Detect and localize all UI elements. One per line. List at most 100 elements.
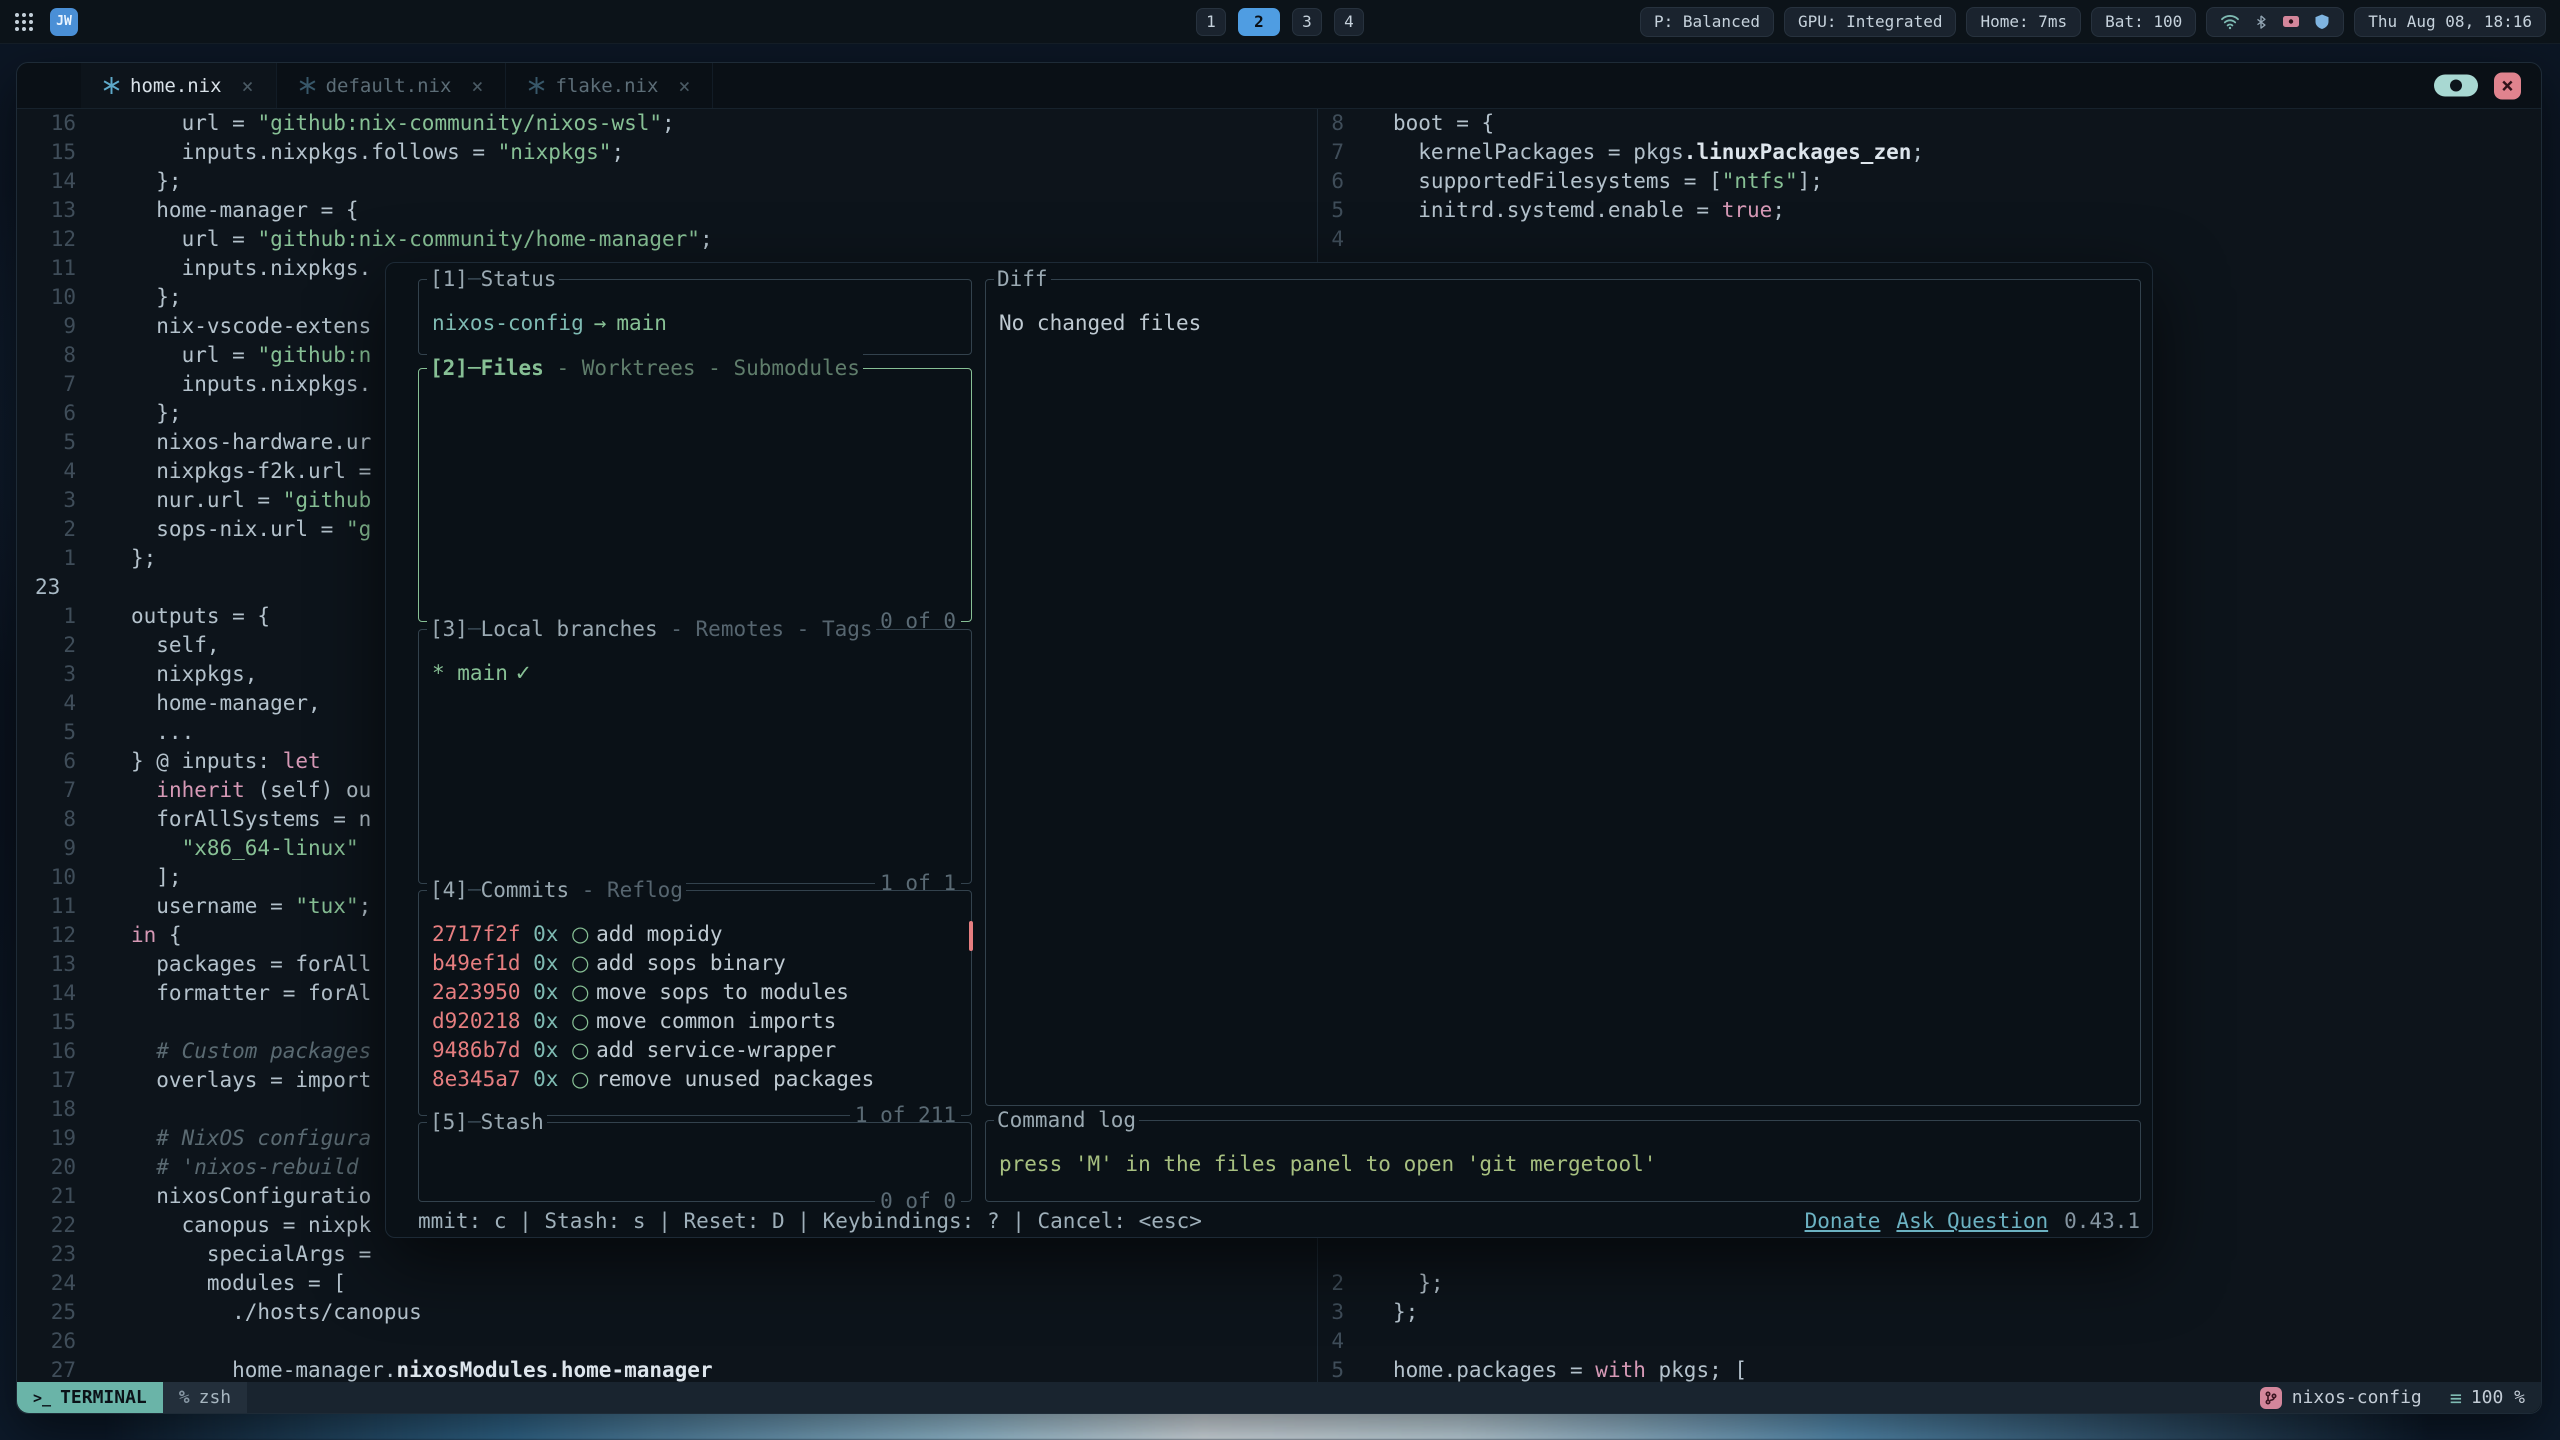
line-number: 8	[1318, 109, 1344, 138]
line-content: inputs.nixpkgs.follows = "nixpkgs";	[131, 138, 624, 167]
topbar-icon-tray	[2206, 7, 2344, 37]
version-label: 0.43.1	[2064, 1207, 2140, 1236]
commit-hash: d920218	[432, 1007, 533, 1036]
lazygit-commits-panel[interactable]: [4]─Commits - Reflog 2717f2f 0x ○ add mo…	[418, 890, 972, 1116]
tab-default.nix[interactable]: default.nix×	[277, 63, 507, 108]
line-content: };	[1393, 1269, 1444, 1298]
lazygit-diff-panel[interactable]: Diff No changed files	[985, 279, 2141, 1106]
line-content: canopus = nixpk	[131, 1211, 371, 1240]
tab-flake.nix[interactable]: flake.nix×	[506, 63, 713, 108]
code-line: 8boot = {	[1318, 109, 2541, 138]
donate-link[interactable]: Donate	[1805, 1207, 1881, 1236]
bluetooth-icon[interactable]	[2254, 13, 2268, 31]
window-close-button[interactable]: ×	[2494, 72, 2521, 99]
apps-grid-icon[interactable]	[14, 12, 34, 32]
check-icon	[508, 661, 515, 685]
panel-subtitle: - Remotes - Tags	[658, 615, 873, 644]
command-log-title: Command log	[994, 1106, 1139, 1135]
commit-row[interactable]: b49ef1d 0x ○ add sops binary	[432, 949, 959, 978]
line-number: 19	[17, 1124, 76, 1153]
wallpaper-glow	[0, 1412, 2560, 1440]
commit-graph-icon: ○	[571, 949, 596, 978]
code-line: 4	[1318, 225, 2541, 254]
lazygit-status-panel[interactable]: [1]─Status nixos-config→main	[418, 279, 972, 355]
right-code-pane-bottom[interactable]: 2 };3};45home.packages = with pkgs; [	[1318, 1269, 2541, 1382]
commit-message: add sops binary	[596, 949, 786, 978]
commit-author: 0x	[533, 978, 571, 1007]
workspace-button-3[interactable]: 3	[1292, 8, 1322, 36]
lazygit-files-panel[interactable]: [2]─Files - Worktrees - Submodules 0 of …	[418, 368, 972, 622]
tab-close-icon[interactable]: ×	[678, 74, 690, 98]
repo-indicator[interactable]: nixos-config	[2248, 1382, 2434, 1413]
tab-home.nix[interactable]: home.nix×	[81, 63, 277, 108]
commit-row[interactable]: 9486b7d 0x ○ add service-wrapper	[432, 1036, 959, 1065]
title-dash: ─	[468, 265, 481, 294]
title-dash: ─	[468, 876, 481, 905]
line-content: } @ inputs: let	[131, 747, 321, 776]
line-number: 7	[1318, 138, 1344, 167]
line-content: overlays = import	[131, 1066, 371, 1095]
code-line: 5home.packages = with pkgs; [	[1318, 1356, 2541, 1382]
right-code-pane-top[interactable]: 8boot = {7 kernelPackages = pkgs.linuxPa…	[1318, 109, 2541, 254]
commit-message: move sops to modules	[596, 978, 849, 1007]
commit-row[interactable]: 2a23950 0x ○ move sops to modules	[432, 978, 959, 1007]
screencast-icon[interactable]	[2282, 13, 2300, 30]
commit-message: add service-wrapper	[596, 1036, 836, 1065]
line-content: username = "tux";	[131, 892, 371, 921]
panel-number: [2]	[430, 354, 468, 383]
line-content: formatter = forAl	[131, 979, 371, 1008]
commit-hash: b49ef1d	[432, 949, 533, 978]
terminal-icon: >_	[33, 1389, 51, 1407]
line-content: packages = forAll	[131, 950, 371, 979]
lazygit-command-log-panel[interactable]: Command log press 'M' in the files panel…	[985, 1120, 2141, 1202]
line-number: 8	[17, 341, 76, 370]
panel-number: [1]	[430, 265, 468, 294]
line-number: 8	[17, 805, 76, 834]
line-content: nur.url = "github	[131, 486, 371, 515]
code-line: 16 url = "github:nix-community/nixos-wsl…	[17, 109, 1317, 138]
commit-row[interactable]: d920218 0x ○ move common imports	[432, 1007, 959, 1036]
repo-name: nixos-config	[432, 309, 584, 338]
workspace-button-4[interactable]: 4	[1334, 8, 1364, 36]
line-number: 21	[17, 1182, 76, 1211]
launcher-chip[interactable]: JW	[50, 8, 78, 36]
line-number: 22	[17, 1211, 76, 1240]
workspace-button-1[interactable]: 1	[1196, 8, 1226, 36]
commit-row[interactable]: 2717f2f 0x ○ add mopidy	[432, 920, 959, 949]
code-line: 13 home-manager = {	[17, 196, 1317, 225]
line-content: "x86_64-linux"	[131, 834, 359, 863]
workspace-button-2[interactable]: 2	[1238, 8, 1280, 36]
panel-name: Local branches	[481, 615, 658, 644]
line-number: 23	[17, 573, 58, 602]
tabbar: home.nix×default.nix×flake.nix× ×	[17, 63, 2541, 109]
eye-toggle-button[interactable]	[2434, 75, 2478, 97]
branch-item[interactable]: * main	[432, 661, 508, 685]
line-content: self,	[131, 631, 220, 660]
line-number: 11	[17, 892, 76, 921]
wifi-icon[interactable]	[2220, 14, 2240, 30]
line-content: initrd.systemd.enable = true;	[1393, 196, 1785, 225]
lazygit-stash-panel[interactable]: [5]─Stash 0 of 0	[418, 1122, 972, 1202]
line-content: sops-nix.url = "g	[131, 515, 371, 544]
lazygit-overlay: [1]─Status nixos-config→main [2]─Files -…	[385, 262, 2153, 1238]
shield-icon[interactable]	[2314, 13, 2330, 30]
commit-graph-icon: ○	[571, 1007, 596, 1036]
line-number: 14	[17, 167, 76, 196]
line-number: 3	[17, 486, 76, 515]
code-line: 3};	[1318, 1298, 2541, 1327]
tab-close-icon[interactable]: ×	[242, 74, 254, 98]
line-content: home-manager.nixosModules.home-manager	[131, 1356, 713, 1382]
line-number: 27	[17, 1356, 76, 1382]
lazygit-branches-panel[interactable]: [3]─Local branches - Remotes - Tags * ma…	[418, 629, 972, 884]
commits-scrollbar[interactable]	[969, 921, 973, 951]
line-content: # 'nixos-rebuild	[131, 1153, 359, 1182]
commit-message: add mopidy	[596, 920, 722, 949]
code-line: 14 };	[17, 167, 1317, 196]
tab-close-icon[interactable]: ×	[471, 74, 483, 98]
commit-row[interactable]: 8e345a7 0x ○ remove unused packages	[432, 1065, 959, 1094]
ask-question-link[interactable]: Ask Question	[1896, 1207, 2048, 1236]
panel-name: Command log	[997, 1106, 1136, 1135]
code-line: 15 inputs.nixpkgs.follows = "nixpkgs";	[17, 138, 1317, 167]
commit-message: move common imports	[596, 1007, 836, 1036]
panel-number: [4]	[430, 876, 468, 905]
